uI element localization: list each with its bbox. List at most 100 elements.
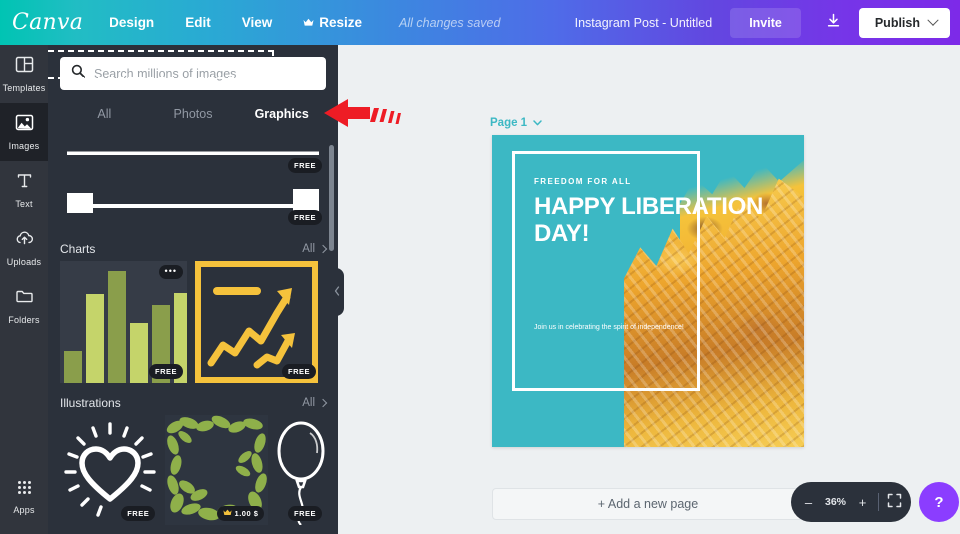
free-badge: FREE (281, 364, 316, 379)
free-badge: FREE (148, 364, 183, 379)
line-graphic-art-2 (60, 183, 326, 223)
zoom-out-button[interactable]: – (802, 495, 816, 510)
sidebar-item-apps[interactable]: Apps (0, 468, 48, 526)
leaf-wreath-thumbnail[interactable]: 1.00 $ (165, 415, 269, 525)
section-all-link-charts[interactable]: All (302, 243, 328, 255)
images-icon (15, 113, 34, 137)
line-graphics-row-1: FREE (48, 133, 338, 177)
balloon-illustration-thumbnail[interactable]: FREE (274, 415, 326, 525)
help-button[interactable]: ? (919, 482, 959, 522)
tab-graphics[interactable]: Graphics (237, 101, 326, 128)
menu-edit-label: Edit (185, 15, 211, 30)
free-badge: FREE (287, 506, 322, 521)
images-panel: All Photos Graphics FREE (48, 45, 338, 534)
menu-view-label: View (241, 15, 273, 30)
search-area (48, 45, 338, 90)
publish-label: Publish (874, 15, 920, 30)
download-icon (825, 12, 842, 34)
search-icon (71, 64, 85, 83)
templates-icon (15, 55, 34, 79)
section-header-illustrations: Illustrations All (48, 391, 338, 415)
panel-collapse-handle[interactable] (330, 268, 344, 316)
canvas-area: Page 1 FREEDOM FOR ALL HAPPY LIBERATION … (338, 45, 960, 534)
zoom-in-button[interactable]: + (856, 495, 870, 510)
tab-photos[interactable]: Photos (149, 101, 238, 128)
publish-button[interactable]: Publish (858, 7, 950, 38)
sidebar-item-uploads-label: Uploads (6, 257, 42, 267)
chevron-right-icon (318, 244, 328, 254)
search-input[interactable] (94, 66, 315, 81)
free-badge: FREE (287, 210, 322, 225)
fullscreen-button[interactable] (887, 493, 901, 511)
sidebar-item-images[interactable]: Images (0, 103, 48, 161)
chevron-down-icon (533, 117, 542, 129)
design-text-frame (512, 151, 700, 391)
line-chart-thumbnail[interactable]: FREE (193, 261, 320, 383)
line-graphic-art-1 (60, 133, 326, 173)
sidebar-item-folders[interactable]: Folders (0, 277, 48, 335)
sidebar-item-text-label: Text (15, 199, 33, 209)
document-title[interactable]: Instagram Post - Untitled (575, 16, 713, 30)
design-subtitle-text: Join us in celebrating the spirit of ind… (534, 324, 684, 331)
line-graphic-thumbnail-2[interactable]: FREE (60, 183, 326, 229)
fullscreen-icon (887, 493, 901, 508)
sidebar-item-text[interactable]: Text (0, 161, 48, 219)
zoom-control-bar: – 36% + (791, 482, 911, 522)
sidebar-item-apps-label: Apps (13, 505, 35, 515)
menu-design[interactable]: Design (109, 15, 154, 30)
canva-logo[interactable]: Canva (12, 10, 83, 35)
heart-illustration-thumbnail[interactable]: FREE (60, 415, 159, 525)
crown-icon (303, 15, 314, 30)
section-title-charts: Charts (60, 242, 96, 256)
top-bar-right: Instagram Post - Untitled Invite Publish (575, 0, 960, 45)
text-icon (15, 171, 34, 195)
save-status: All changes saved (399, 15, 501, 30)
design-canvas[interactable]: FREEDOM FOR ALL HAPPY LIBERATION DAY! Jo… (492, 135, 804, 447)
invite-button[interactable]: Invite (730, 7, 801, 38)
top-bar: Canva Design Edit View Resize All change… (0, 0, 960, 45)
line-graphic-thumbnail-1[interactable]: FREE (60, 133, 326, 177)
zoom-divider (877, 493, 879, 511)
sidebar-item-templates-label: Templates (2, 83, 46, 93)
section-title-illustrations: Illustrations (60, 396, 121, 410)
tab-all[interactable]: All (60, 101, 149, 128)
section-header-charts: Charts All (48, 237, 338, 261)
chevron-right-icon (318, 398, 328, 408)
page-label[interactable]: Page 1 (490, 117, 542, 129)
zoom-percentage: 36% (824, 496, 846, 508)
menu-resize-label: Resize (319, 15, 362, 30)
charts-row: ••• FREE FREE (48, 261, 338, 383)
add-new-page-button[interactable]: + Add a new page (492, 488, 804, 520)
grid-apps-icon (16, 479, 33, 501)
section-all-link-illustrations[interactable]: All (302, 397, 328, 409)
free-badge: FREE (287, 158, 322, 173)
price-badge: 1.00 $ (216, 506, 265, 521)
folders-icon (15, 287, 34, 311)
illustrations-row: FREE 1.00 $ FREE (48, 415, 338, 525)
menu-design-label: Design (109, 15, 155, 30)
menu-view[interactable]: View (242, 15, 273, 30)
panel-scrollbar[interactable] (329, 145, 334, 251)
chevron-down-icon (927, 14, 939, 26)
panel-tabs: All Photos Graphics (60, 101, 326, 128)
chevron-left-icon (334, 283, 340, 301)
sidebar-item-uploads[interactable]: Uploads (0, 219, 48, 277)
uploads-icon (15, 229, 34, 253)
panel-results: FREE FREE Charts All ••• FREE FREE Illus… (48, 133, 338, 534)
left-rail: Templates Images Text Uploads Folders Ap… (0, 45, 48, 534)
design-headline-text: HAPPY LIBERATION DAY! (534, 193, 764, 248)
section-all-label: All (302, 397, 315, 409)
menu-edit[interactable]: Edit (185, 15, 211, 30)
sidebar-item-templates[interactable]: Templates (0, 45, 48, 103)
page-label-text: Page 1 (490, 117, 528, 129)
line-graphics-row-2: FREE (48, 183, 338, 229)
price-badge-label: 1.00 $ (234, 509, 259, 518)
menu-resize[interactable]: Resize (303, 15, 362, 30)
bar-chart-thumbnail[interactable]: ••• FREE (60, 261, 187, 383)
section-all-label: All (302, 243, 315, 255)
free-badge: FREE (121, 506, 156, 521)
search-box[interactable] (60, 57, 326, 90)
crown-icon (222, 509, 232, 518)
thumbnail-options-menu[interactable]: ••• (158, 265, 183, 279)
download-button[interactable] (819, 8, 849, 38)
